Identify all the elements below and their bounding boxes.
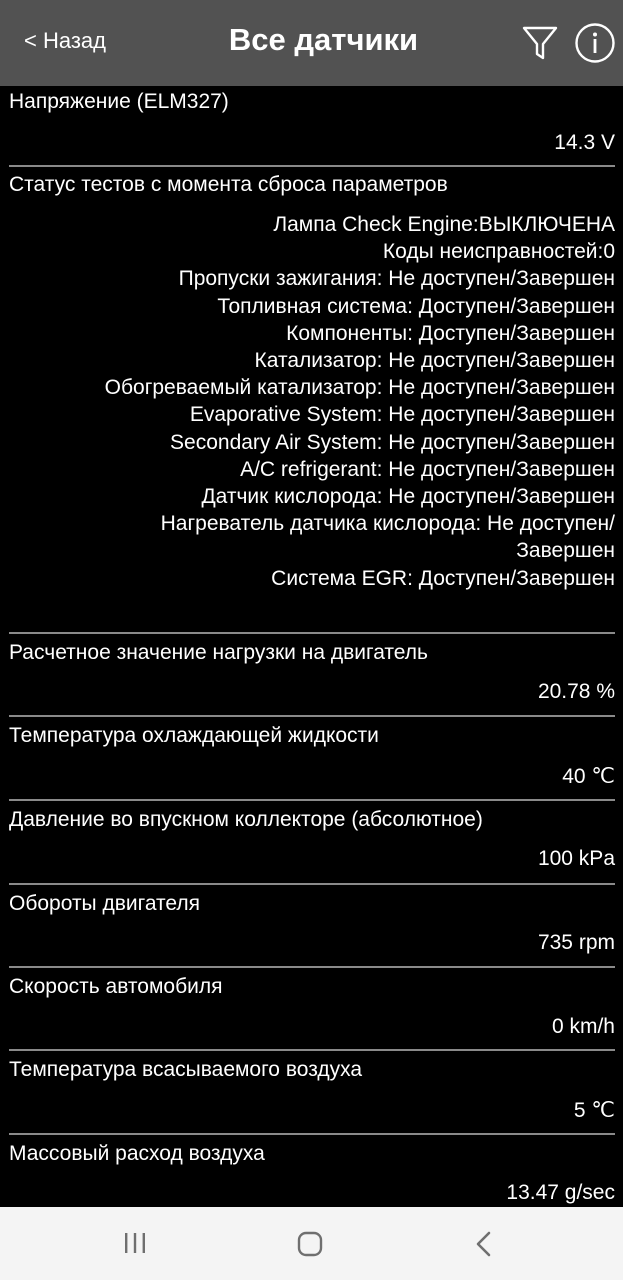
info-icon[interactable] (574, 22, 616, 64)
divider (9, 1049, 615, 1051)
divider (9, 966, 615, 968)
status-line: Топливная система: Доступен/Завершен (217, 294, 615, 318)
status-line: Лампа Check Engine:ВЫКЛЮЧЕНА (273, 213, 615, 236)
status-line: Датчик кислорода: Не доступен/Завершен (201, 485, 615, 509)
divider (9, 1133, 615, 1135)
status-line: Пропуски зажигания: Не доступен/Завершен (178, 267, 615, 291)
status-line: Катализатор: Не доступен/Завершен (254, 349, 615, 373)
sensor-label: Температура охлаждающей жидкости (9, 724, 379, 747)
sensor-label: Напряжение (ELM327) (9, 90, 229, 113)
sensor-label: Температура всасываемого воздуха (9, 1058, 363, 1081)
status-line: Secondary Air System: Не доступен/Заверш… (170, 430, 615, 454)
sensor-value: 735 rpm (537, 931, 615, 954)
sensor-label: Массовый расход воздуха (9, 1142, 265, 1165)
status-line: Коды неисправностей:0 (382, 240, 615, 264)
sensor-label: Обороты двигателя (9, 892, 201, 915)
home-icon[interactable] (296, 1230, 324, 1258)
divider (9, 799, 615, 801)
sensor-list[interactable]: Напряжение (ELM327) 14.3 V Статус тестов… (0, 86, 623, 1207)
status-line: Обогреваемый катализатор: Не доступен/За… (104, 376, 615, 400)
system-nav-bar (0, 1207, 623, 1280)
status-lines: Лампа Check Engine:ВЫКЛЮЧЕНА Коды неиспр… (105, 211, 615, 592)
status-label: Статус тестов с момента сброса параметро… (9, 173, 448, 196)
app-header: < Назад Все датчики (0, 0, 623, 86)
status-line: Evaporative System: Не доступен/Завершен (189, 403, 615, 427)
divider (9, 165, 615, 167)
back-icon[interactable] (472, 1229, 494, 1259)
sensor-value: 40 ℃ (562, 765, 615, 788)
sensor-value: 13.47 g/sec (506, 1181, 615, 1204)
status-line: Завершен (516, 539, 615, 563)
sensor-value: 0 km/h (551, 1015, 615, 1038)
sensor-value: 100 kPa (537, 847, 615, 870)
status-line: Система EGR: Доступен/Завершен (271, 566, 615, 590)
sensor-value: 14.3 V (554, 131, 615, 154)
sensor-label: Давление во впускном коллекторе (абсолют… (9, 808, 483, 831)
status-line: Нагреватель датчика кислорода: Не доступ… (160, 512, 615, 536)
filter-icon[interactable] (520, 23, 560, 63)
divider (9, 632, 615, 634)
status-line: A/C refrigerant: Не доступен/Завершен (240, 457, 615, 481)
divider (9, 883, 615, 885)
recents-icon[interactable] (122, 1231, 148, 1255)
status-line: Компоненты: Доступен/Завершен (286, 321, 615, 345)
sensor-label: Расчетное значение нагрузки на двигатель (9, 641, 428, 664)
sensor-value: 20.78 % (537, 680, 615, 703)
divider (9, 715, 615, 717)
sensor-label: Скорость автомобиля (9, 975, 223, 998)
sensor-value: 5 ℃ (573, 1099, 615, 1122)
